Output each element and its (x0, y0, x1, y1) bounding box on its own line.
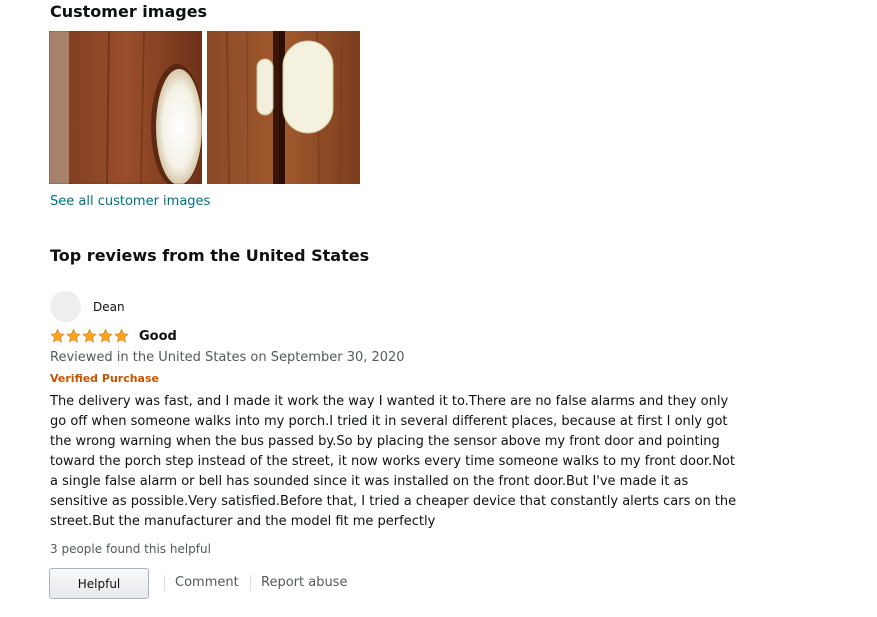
star-icon (114, 328, 129, 343)
action-separator (250, 575, 251, 591)
reviews-page: Customer images See all customer images … (0, 0, 877, 617)
review-date: Reviewed in the United States on Septemb… (50, 350, 405, 365)
star-icon (82, 328, 97, 343)
action-separator (164, 575, 165, 591)
reviewer-name[interactable]: Dean (93, 300, 125, 314)
report-abuse-link[interactable]: Report abuse (261, 575, 347, 590)
helpful-count: 3 people found this helpful (50, 542, 211, 556)
see-all-customer-images-link[interactable]: See all customer images (50, 194, 210, 209)
door-window-photo-icon (49, 31, 202, 184)
review-body: The delivery was fast, and I made it wor… (50, 394, 737, 529)
review-title[interactable]: Good (139, 329, 177, 344)
customer-image-thumbnail-door-window[interactable] (49, 31, 202, 184)
star-rating[interactable] (50, 328, 129, 344)
star-icon (66, 328, 81, 343)
star-icon (50, 328, 65, 343)
customer-image-thumbnail-door-sensor[interactable] (207, 31, 360, 184)
verified-purchase-badge: Verified Purchase (50, 372, 159, 385)
helpful-button[interactable]: Helpful (49, 568, 149, 599)
top-reviews-heading: Top reviews from the United States (50, 246, 370, 265)
door-sensor-photo-icon (207, 31, 360, 184)
reviewer-avatar (50, 291, 81, 322)
star-icon (98, 328, 113, 343)
comment-link[interactable]: Comment (175, 575, 239, 590)
customer-images-heading: Customer images (50, 2, 208, 21)
